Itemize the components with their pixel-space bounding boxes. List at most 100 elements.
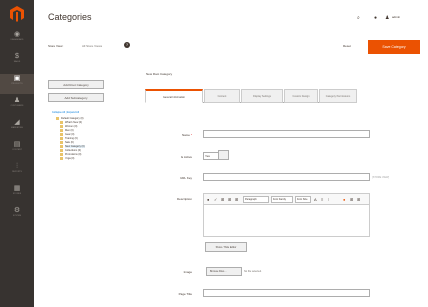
name-input[interactable] <box>203 130 370 138</box>
add-root-category-button[interactable]: Add Root Category <box>48 80 104 89</box>
folder-icon <box>60 157 63 160</box>
reset-button[interactable]: Reset <box>343 44 351 48</box>
layout-icon: ▤ <box>13 141 21 148</box>
url-key-scope-hint: [STORE VIEW] <box>372 176 390 179</box>
sidebar-item-label: PRODUCTS <box>11 83 23 85</box>
folder-icon <box>60 153 63 156</box>
text-color-icon[interactable]: A <box>314 197 317 202</box>
sidebar-item-label: SALES <box>13 61 21 63</box>
sidebar-item-reports[interactable]: ⫶ REPORTS <box>0 162 34 182</box>
collapse-all-link[interactable]: Collapse All <box>52 111 65 114</box>
font-size-select[interactable]: Font Size <box>295 196 311 203</box>
tree-node-label: Collections (0) <box>65 149 81 152</box>
widget-icon[interactable]: ⊞ <box>235 197 238 202</box>
description-label: Description <box>176 197 192 201</box>
folder-icon <box>60 149 63 152</box>
admin-sidebar: ◉ DASHBOARD $ SALES ▣ PRODUCTS ♟ CUSTOMERS ◢ MARK… <box>0 0 34 307</box>
folder-icon <box>60 137 63 140</box>
sidebar-item-customers[interactable]: ♟ CUSTOMERS <box>0 96 34 116</box>
description-editor[interactable] <box>203 205 370 237</box>
folder-icon <box>60 129 63 132</box>
browse-files-button[interactable]: Browse Files... <box>206 267 242 276</box>
sidebar-item-marketing[interactable]: ◢ MARKETING <box>0 118 34 138</box>
sidebar-item-label: REPORTS <box>12 171 22 173</box>
sidebar-item-content[interactable]: ▤ CONTENT <box>0 140 34 160</box>
sidebar-item-label: MARKETING <box>11 127 23 129</box>
search-icon[interactable]: ⌕ <box>357 15 360 21</box>
megaphone-icon: ◢ <box>14 119 20 126</box>
category-tree: Default Category (0) What's New (0) Women … <box>56 117 116 161</box>
tree-node-label: Gear (0) <box>65 133 75 136</box>
store-icon: ▦ <box>13 185 21 192</box>
chevron-down-icon[interactable] <box>218 150 229 160</box>
tab-general-information[interactable]: General Information <box>145 89 203 103</box>
add-subcategory-button[interactable]: Add Subcategory <box>48 93 104 102</box>
store-view-switcher[interactable]: All Store Views <box>82 44 102 48</box>
sidebar-item-system[interactable]: ⚙ SYSTEM <box>0 206 34 226</box>
folder-icon <box>60 125 63 128</box>
tree-node-label: Promotions (0) <box>65 153 82 156</box>
user-icon[interactable]: ♟ <box>385 15 389 21</box>
folder-icon <box>60 141 63 144</box>
no-file-text: No file selected. <box>244 270 262 273</box>
is-active-value: Yes <box>205 154 210 158</box>
dashboard-icon: ◉ <box>13 31 21 38</box>
expand-all-link[interactable]: Expand All <box>67 111 79 114</box>
sidebar-item-label: CUSTOMERS <box>10 105 24 107</box>
tree-node-label: What's New (0) <box>65 121 83 124</box>
store-view-label: Store View: <box>48 44 64 48</box>
person-icon: ♟ <box>13 97 21 104</box>
link-icon[interactable]: ● <box>343 197 345 202</box>
page-title-input[interactable] <box>203 289 370 297</box>
tree-node[interactable]: Yoga (0) <box>56 157 116 161</box>
folder-icon <box>60 145 63 148</box>
page-title-label: Page Title <box>178 292 192 296</box>
tree-node-label: Training (0) <box>65 137 78 140</box>
image-label: Image <box>183 270 192 274</box>
folder-icon <box>56 117 59 120</box>
show-hide-editor-button[interactable]: Show / Hide Editor <box>205 242 247 252</box>
user-menu[interactable]: admin <box>392 15 400 19</box>
tab-custom-design[interactable]: Custom Design <box>284 89 318 103</box>
sidebar-item-label: STORES <box>12 193 22 195</box>
tree-node-label: Default Category (0) <box>61 117 84 120</box>
sidebar-item-dashboard[interactable]: ◉ DASHBOARD <box>0 30 34 50</box>
table-icon[interactable]: ⊞ <box>221 197 224 202</box>
tree-node-label: Women (0) <box>65 125 78 128</box>
sidebar-item-stores[interactable]: ▦ STORES <box>0 184 34 204</box>
bold-icon[interactable]: ● <box>207 197 209 202</box>
help-icon[interactable]: ? <box>124 42 130 48</box>
is-active-label: Is Active <box>180 155 192 159</box>
tab-display-settings[interactable]: Display Settings <box>241 89 283 103</box>
form-tabs: General Information Content Display Sett… <box>145 89 357 103</box>
page-title: Categories <box>48 12 92 22</box>
name-label-text: Name <box>181 133 190 137</box>
sidebar-item-label: SYSTEM <box>12 215 22 217</box>
tree-node-label: Yoga (0) <box>65 157 75 160</box>
url-key-input[interactable] <box>203 173 370 181</box>
sidebar-item-sales[interactable]: $ SALES <box>0 52 34 72</box>
folder-icon <box>60 121 63 124</box>
tree-links: Collapse All | Expand All <box>52 111 79 114</box>
undo-icon[interactable]: ⊞ <box>350 197 353 202</box>
tab-content[interactable]: Content <box>204 89 240 103</box>
sidebar-item-label: DASHBOARD <box>10 39 24 41</box>
paragraph-select[interactable]: Paragraph <box>243 196 269 203</box>
image-icon[interactable]: ⊞ <box>228 197 231 202</box>
sidebar-item-products[interactable]: ▣ PRODUCTS <box>0 74 34 94</box>
bell-icon[interactable]: ● <box>374 15 377 21</box>
tab-category-permissions[interactable]: Category Permissions <box>319 89 357 103</box>
list-icon[interactable]: ⁝ <box>328 197 329 202</box>
magento-logo-icon[interactable] <box>9 6 25 22</box>
italic-icon[interactable]: ✓ <box>214 197 217 202</box>
url-key-label: URL Key <box>180 176 192 180</box>
editor-toolbar: ● ✓ ⊞ ⊞ ⊞ Paragraph Font Family Font Siz… <box>203 193 370 205</box>
tree-node-label: New Category (0) <box>65 145 85 148</box>
align-icon[interactable]: ≡ <box>321 197 323 202</box>
font-family-select[interactable]: Font Family <box>271 196 293 203</box>
redo-icon[interactable]: ⊞ <box>357 197 360 202</box>
folder-icon <box>60 133 63 136</box>
sidebar-item-label: CONTENT <box>12 149 22 151</box>
name-label: Name * <box>142 133 192 137</box>
save-category-button[interactable]: Save Category <box>368 40 420 54</box>
